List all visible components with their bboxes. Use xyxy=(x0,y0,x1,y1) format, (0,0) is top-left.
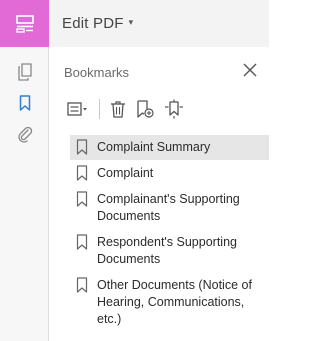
bookmark-label: Complaint xyxy=(97,166,154,180)
expand-bookmarks-button[interactable] xyxy=(164,97,184,121)
new-bookmark-button[interactable] xyxy=(136,97,154,121)
bookmark-label: Complainant's Supporting Documents xyxy=(97,192,240,223)
tools-icon xyxy=(15,14,34,33)
delete-bookmark-button[interactable] xyxy=(110,97,126,121)
bookmark-item[interactable]: Respondent's Supporting Documents xyxy=(70,230,269,272)
expand-bookmark-icon xyxy=(165,99,183,119)
bookmarks-toolbar xyxy=(67,97,194,121)
bookmark-label: Complaint Summary xyxy=(97,140,211,154)
bookmark-icon xyxy=(76,165,88,181)
bookmark-icon xyxy=(19,95,30,111)
options-menu-button[interactable] xyxy=(67,97,89,121)
trash-icon xyxy=(111,101,125,118)
chevron-down-icon[interactable]: ▾ xyxy=(129,17,134,28)
tool-title[interactable]: Edit PDF xyxy=(62,15,124,32)
tool-header[interactable]: Edit PDF ▾ xyxy=(49,0,269,47)
bookmarks-panel: Bookmarks Complaint Summary Complaint Co… xyxy=(49,47,269,341)
bookmark-list: Complaint Summary Complaint Complainant'… xyxy=(70,135,269,332)
attachments-button[interactable] xyxy=(0,121,49,147)
bookmark-item[interactable]: Complaint Summary xyxy=(70,135,269,160)
page-thumbnails-icon xyxy=(17,63,32,81)
options-menu-icon xyxy=(67,102,87,116)
close-icon xyxy=(243,63,257,77)
bookmark-icon xyxy=(76,277,88,293)
bookmark-label: Other Documents (Notice of Hearing, Comm… xyxy=(97,278,252,326)
bookmark-label: Respondent's Supporting Documents xyxy=(97,235,237,266)
tools-pane-toggle[interactable] xyxy=(0,0,49,47)
paperclip-icon xyxy=(17,126,32,143)
left-rail xyxy=(0,0,49,341)
close-panel-button[interactable] xyxy=(240,60,260,80)
bookmark-icon xyxy=(76,191,88,207)
bookmark-item[interactable]: Complaint xyxy=(70,161,269,186)
toolbar-divider xyxy=(99,99,100,119)
new-bookmark-icon xyxy=(137,100,154,118)
page-thumbnails-button[interactable] xyxy=(0,59,49,85)
bookmark-item[interactable]: Other Documents (Notice of Hearing, Comm… xyxy=(70,273,269,332)
panel-title: Bookmarks xyxy=(64,65,130,80)
bookmarks-button[interactable] xyxy=(0,90,49,116)
bookmark-icon xyxy=(76,139,88,155)
bookmark-icon xyxy=(76,234,88,250)
bookmark-item[interactable]: Complainant's Supporting Documents xyxy=(70,187,269,229)
